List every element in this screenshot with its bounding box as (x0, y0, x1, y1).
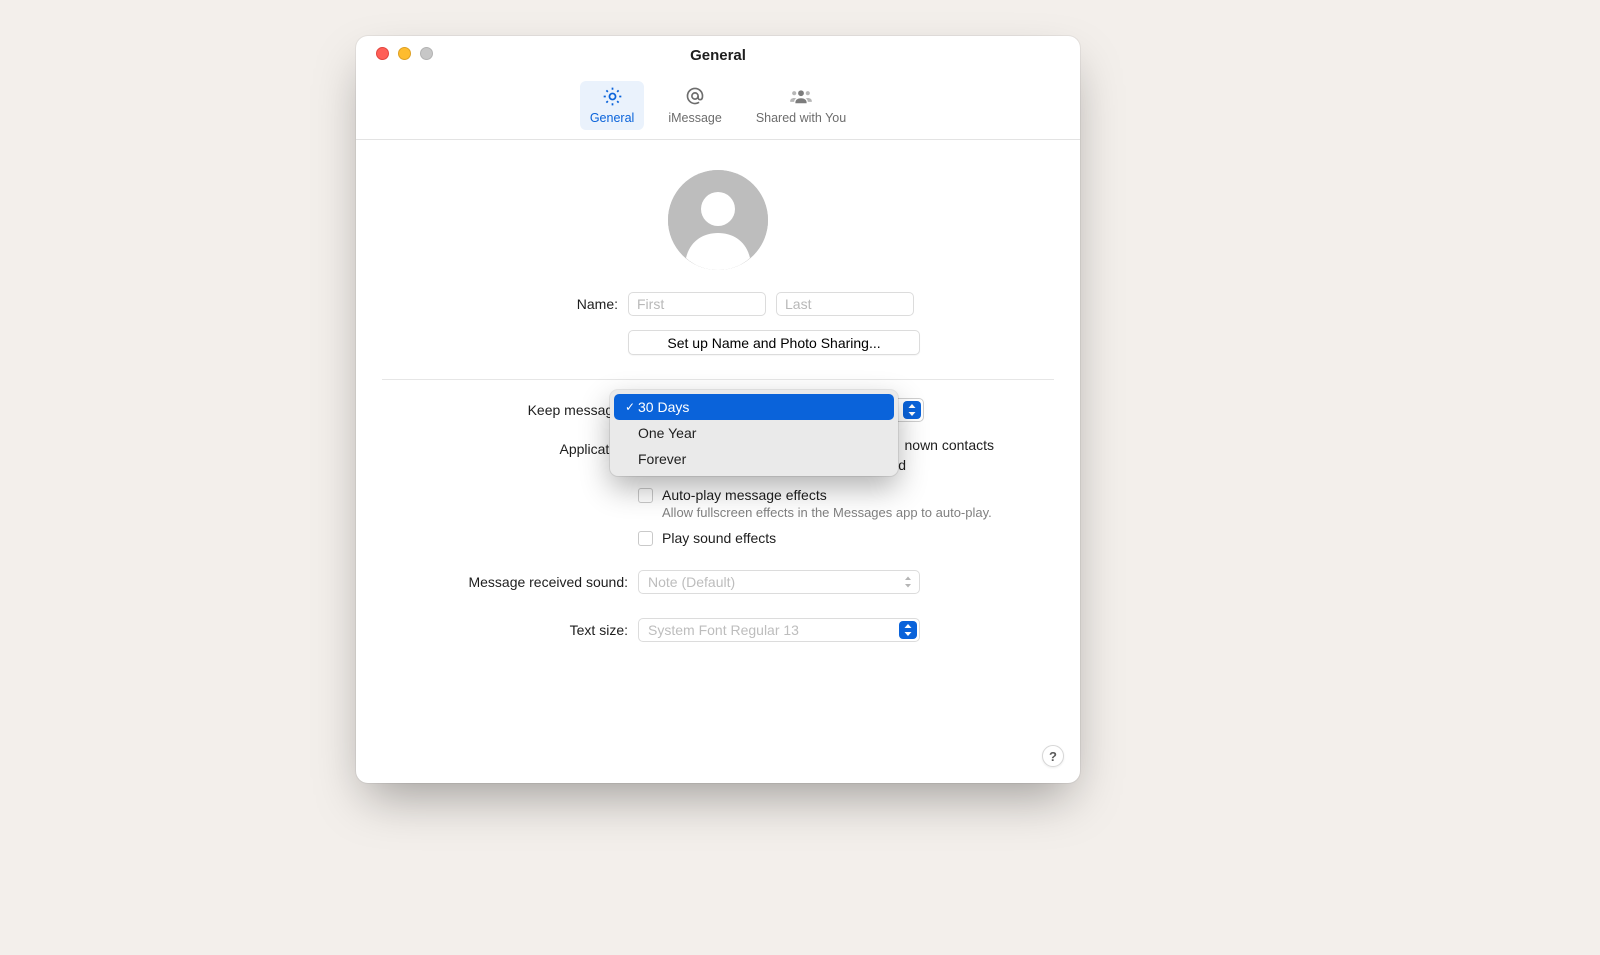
notify-unknown-contacts-partial-label: nown contacts (905, 437, 995, 453)
tab-shared-with-you[interactable]: Shared with You (746, 81, 856, 130)
general-pane: Name: Set up Name and Photo Sharing... K… (356, 140, 1080, 642)
keep-messages-dropdown: ✓ 30 Days One Year Forever (610, 390, 898, 476)
profile-avatar[interactable] (668, 170, 768, 270)
keep-option-30-days-label: 30 Days (638, 399, 689, 415)
message-received-sound-value: Note (Default) (648, 574, 735, 590)
setup-name-photo-sharing-button[interactable]: Set up Name and Photo Sharing... (628, 330, 920, 355)
people-icon (789, 85, 813, 107)
keep-option-forever[interactable]: Forever (614, 446, 894, 472)
gear-icon (600, 85, 624, 107)
play-sound-effects-label: Play sound effects (662, 530, 776, 546)
tab-imessage[interactable]: iMessage (658, 81, 732, 130)
play-sound-effects-checkbox[interactable] (638, 531, 653, 546)
person-silhouette-icon (668, 170, 768, 270)
text-size-label: Text size: (570, 622, 628, 638)
titlebar: General (356, 36, 1080, 79)
stepper-arrows-icon (899, 573, 917, 591)
message-received-sound-label: Message received sound: (468, 574, 628, 590)
preferences-toolbar: General iMessage (356, 79, 1080, 140)
message-received-sound-select[interactable]: Note (Default) (638, 570, 920, 594)
keep-option-one-year[interactable]: One Year (614, 420, 894, 446)
stepper-arrows-icon (899, 621, 917, 639)
minimize-window-button[interactable] (398, 47, 411, 60)
keep-option-one-year-label: One Year (638, 425, 696, 441)
name-label: Name: (382, 296, 618, 312)
checkmark-icon: ✓ (622, 400, 638, 414)
close-window-button[interactable] (376, 47, 389, 60)
question-mark-icon: ? (1049, 749, 1057, 764)
tab-general[interactable]: General (580, 81, 644, 130)
stepper-arrows-icon (903, 401, 921, 419)
window-controls (376, 47, 433, 60)
tab-imessage-label: iMessage (668, 111, 722, 125)
keep-option-forever-label: Forever (638, 451, 686, 467)
first-name-input[interactable] (628, 292, 766, 316)
last-name-input[interactable] (776, 292, 914, 316)
zoom-window-button[interactable] (420, 47, 433, 60)
help-button[interactable]: ? (1042, 745, 1064, 767)
at-sign-icon (683, 85, 707, 107)
text-size-select[interactable]: System Font Regular 13 (638, 618, 920, 642)
preferences-window: General General iMessage (356, 36, 1080, 783)
keep-option-30-days[interactable]: ✓ 30 Days (614, 394, 894, 420)
autoplay-effects-label: Auto-play message effects (662, 487, 827, 503)
text-size-value: System Font Regular 13 (648, 622, 799, 638)
autoplay-effects-checkbox[interactable] (638, 488, 653, 503)
tab-shared-with-you-label: Shared with You (756, 111, 846, 125)
tab-general-label: General (590, 111, 634, 125)
window-title: General (356, 36, 1080, 66)
autoplay-effects-sublabel: Allow fullscreen effects in the Messages… (662, 505, 1054, 520)
